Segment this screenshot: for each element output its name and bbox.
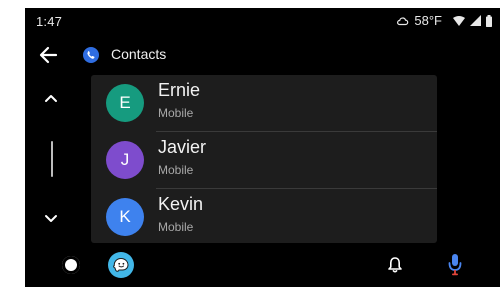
- chevron-down-icon: [45, 215, 57, 222]
- wifi-icon: [453, 15, 465, 26]
- contact-avatar: J: [106, 141, 144, 179]
- contact-row[interactable]: K Kevin Mobile: [91, 189, 437, 243]
- contact-name: Ernie: [158, 80, 201, 100]
- status-indicators: 58°F: [396, 13, 492, 28]
- contact-type: Mobile: [158, 106, 194, 120]
- android-auto-screen: 1:47 58°F Contacts E Ernie Mobile J Javi…: [25, 8, 500, 287]
- contact-row[interactable]: J Javier Mobile: [91, 132, 437, 189]
- arrow-left-icon: [39, 46, 58, 64]
- waze-icon[interactable]: [108, 252, 134, 278]
- contact-row[interactable]: E Ernie Mobile: [91, 75, 437, 132]
- contact-avatar: E: [106, 84, 144, 122]
- mic-icon[interactable]: [446, 252, 464, 278]
- scrollbar-thumb[interactable]: [51, 141, 53, 177]
- page-title: Contacts: [111, 46, 167, 62]
- contact-type: Mobile: [158, 163, 194, 177]
- scroll-down-button[interactable]: [42, 212, 60, 226]
- contact-avatar: K: [106, 198, 144, 236]
- back-button[interactable]: [36, 42, 62, 68]
- cell-signal-icon: [470, 15, 481, 26]
- battery-icon: [486, 14, 492, 27]
- contact-name: Javier: [158, 137, 207, 157]
- contact-name: Kevin: [158, 194, 204, 214]
- phone-icon: [83, 47, 99, 63]
- temperature: 58°F: [414, 13, 442, 28]
- chevron-up-icon: [45, 95, 57, 102]
- cloud-icon: [396, 16, 409, 26]
- header: Contacts: [25, 40, 500, 70]
- status-time: 1:47: [36, 14, 63, 29]
- contact-list: E Ernie Mobile J Javier Mobile K Kevin M…: [91, 75, 437, 243]
- bottom-nav-bar: [25, 243, 500, 287]
- bell-icon[interactable]: [387, 256, 403, 274]
- status-bar: 1:47 58°F: [25, 8, 500, 36]
- contact-type: Mobile: [158, 220, 194, 234]
- home-circle-icon[interactable]: [62, 256, 80, 274]
- scroll-up-button[interactable]: [42, 91, 60, 105]
